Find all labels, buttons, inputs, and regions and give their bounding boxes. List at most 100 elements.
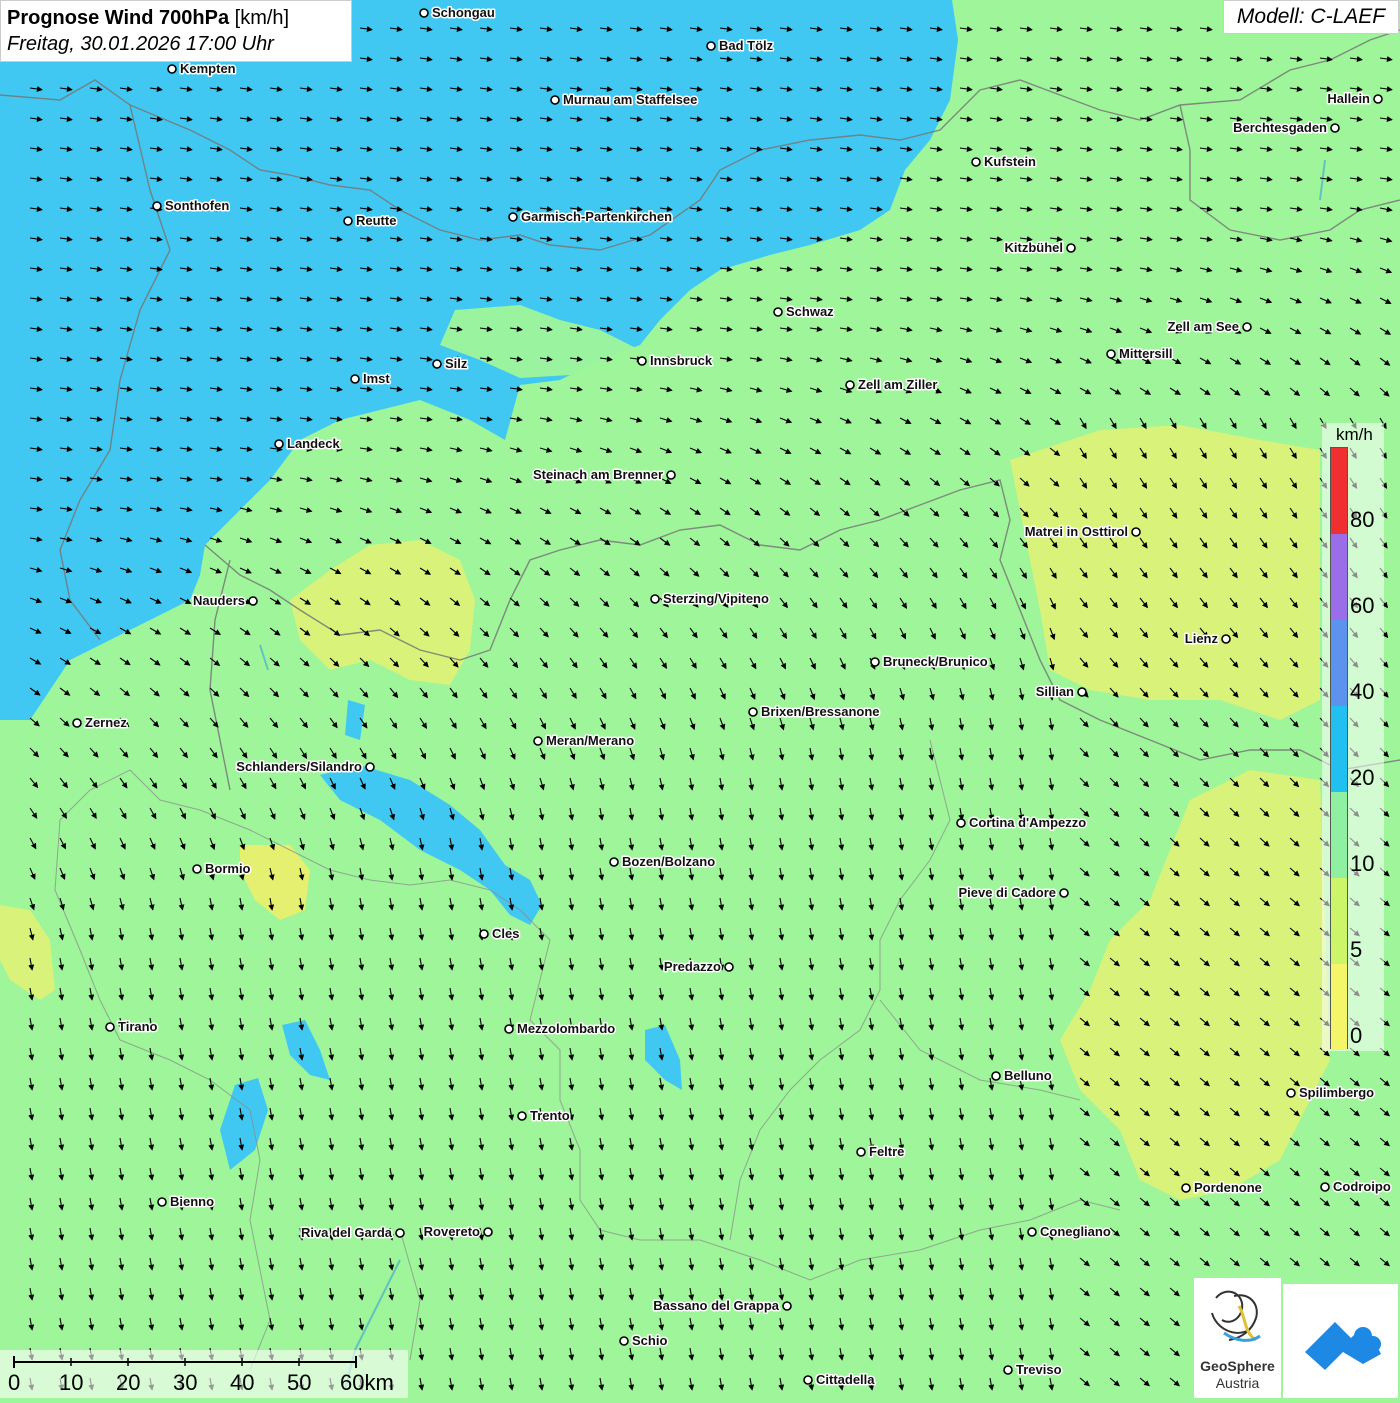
city-label: Bienno: [170, 1194, 214, 1209]
city-label: Bad Tölz: [719, 38, 774, 53]
legend-tick: 80: [1350, 507, 1375, 532]
city-label: Pieve di Cadore: [958, 885, 1056, 900]
city-dot: [1059, 888, 1069, 898]
city-dot: [1181, 1183, 1191, 1193]
legend-seg-0: [1331, 964, 1347, 1050]
city-marker: Brixen/Bressanone: [748, 703, 881, 721]
scale-label: 50: [287, 1370, 312, 1395]
city-label: Kufstein: [984, 154, 1036, 169]
city-label: Sillian: [1036, 684, 1074, 699]
scale-label: 0: [8, 1370, 21, 1395]
legend-tick: 5: [1350, 937, 1363, 962]
city-dot: [1320, 1182, 1330, 1192]
wind-map: Schongau Bad Tölz Kempten Murnau am Staffel…: [0, 0, 1400, 1400]
city-label: Meran/Merano: [546, 733, 634, 748]
city-label: Mittersill: [1119, 346, 1172, 361]
city-dot: [1027, 1227, 1037, 1237]
city-dot: [748, 707, 758, 717]
city-dot: [167, 64, 177, 74]
city-marker: Pordenone: [1181, 1179, 1263, 1197]
city-label: Cortina d'Ampezzo: [969, 815, 1086, 830]
city-dot: [856, 1147, 866, 1157]
city-dot: [365, 762, 375, 772]
city-label: Matrei in Osttirol: [1025, 524, 1128, 539]
city-label: Cles: [492, 926, 519, 941]
city-dot: [192, 864, 202, 874]
city-label: Garmisch-Partenkirchen: [521, 209, 672, 224]
city-label: Schongau: [432, 5, 495, 20]
city-label: Schwaz: [786, 304, 834, 319]
city-dot: [152, 201, 162, 211]
city-label: Pordenone: [1194, 1180, 1262, 1195]
city-label: Conegliano: [1040, 1224, 1111, 1239]
mountain-cloud-icon: [1305, 1322, 1381, 1370]
city-dot: [1221, 634, 1231, 644]
city-label: Zernez: [85, 715, 127, 730]
scale-label: 20: [116, 1370, 141, 1395]
city-dot: [845, 380, 855, 390]
map-title-unit: [km/h]: [234, 7, 290, 29]
city-marker: Zell am Ziller: [845, 376, 939, 394]
city-dot: [666, 470, 676, 480]
title-box: Prognose Wind 700hPa [km/h] Freitag, 30.…: [0, 0, 352, 62]
city-dot: [609, 857, 619, 867]
city-label: Lienz: [1185, 631, 1219, 646]
geosphere-logo-text: GeoSphere: [1200, 1358, 1275, 1374]
city-dot: [1106, 349, 1116, 359]
legend-unit: km/h: [1336, 425, 1373, 444]
city-dot: [706, 41, 716, 51]
city-label: Cittadella: [816, 1372, 875, 1387]
city-label: Innsbruck: [650, 353, 713, 368]
city-marker: Meran/Merano: [533, 732, 636, 750]
weather-app-logo[interactable]: [1283, 1284, 1398, 1398]
city-dot: [1286, 1088, 1296, 1098]
city-dot: [782, 1301, 792, 1311]
city-dot: [395, 1228, 405, 1238]
city-label: Bozen/Bolzano: [622, 854, 715, 869]
city-dot: [1131, 527, 1141, 537]
city-dot: [773, 307, 783, 317]
city-label: Zell am See: [1167, 319, 1239, 334]
city-marker: Bassano del Grappa: [652, 1297, 792, 1315]
city-dot: [157, 1197, 167, 1207]
city-label: Sterzing/Vipiteno: [663, 591, 769, 606]
city-label: Berchtesgaden: [1233, 120, 1327, 135]
city-dot: [533, 736, 543, 746]
city-marker: Schongau: [419, 4, 496, 22]
geosphere-logo-subtext: Austria: [1215, 1375, 1260, 1391]
city-label: Bruneck/Brunico: [883, 654, 988, 669]
city-label: Belluno: [1004, 1068, 1052, 1083]
legend-seg-40: [1331, 620, 1347, 706]
city-marker: Steinach am Brenner: [531, 466, 676, 484]
map-title-main: Prognose Wind 700hPa: [7, 7, 230, 29]
city-marker: Bozen/Bolzano: [609, 853, 717, 871]
city-marker: Innsbruck: [637, 352, 714, 370]
city-dot: [72, 718, 82, 728]
city-dot: [803, 1375, 813, 1385]
city-label: Mezzolombardo: [517, 1021, 615, 1036]
geosphere-logo[interactable]: GeoSphere Austria: [1194, 1278, 1281, 1398]
city-dot: [870, 657, 880, 667]
city-label: Spilimbergo: [1299, 1085, 1374, 1100]
city-dot: [637, 356, 647, 366]
city-label: Tirano: [118, 1019, 158, 1034]
city-marker: Sonthofen: [152, 197, 231, 215]
city-dot: [971, 157, 981, 167]
city-label: Bormio: [205, 861, 251, 876]
city-marker: Garmisch-Partenkirchen: [508, 208, 674, 226]
city-label: Schlanders/Silandro: [236, 759, 362, 774]
city-dot: [274, 439, 284, 449]
city-dot: [956, 818, 966, 828]
city-label: Brixen/Bressanone: [761, 704, 880, 719]
city-label: Hallein: [1327, 91, 1370, 106]
city-dot: [1077, 687, 1087, 697]
legend-tick: 40: [1350, 679, 1375, 704]
geosphere-emblem-icon: [1211, 1290, 1261, 1342]
legend-seg-5: [1331, 878, 1347, 964]
city-dot: [650, 594, 660, 604]
city-label: Rovereto: [424, 1224, 480, 1239]
city-marker: Spilimbergo: [1286, 1084, 1376, 1102]
city-dot: [419, 8, 429, 18]
city-label: Schio: [632, 1333, 667, 1348]
city-label: Sonthofen: [165, 198, 229, 213]
